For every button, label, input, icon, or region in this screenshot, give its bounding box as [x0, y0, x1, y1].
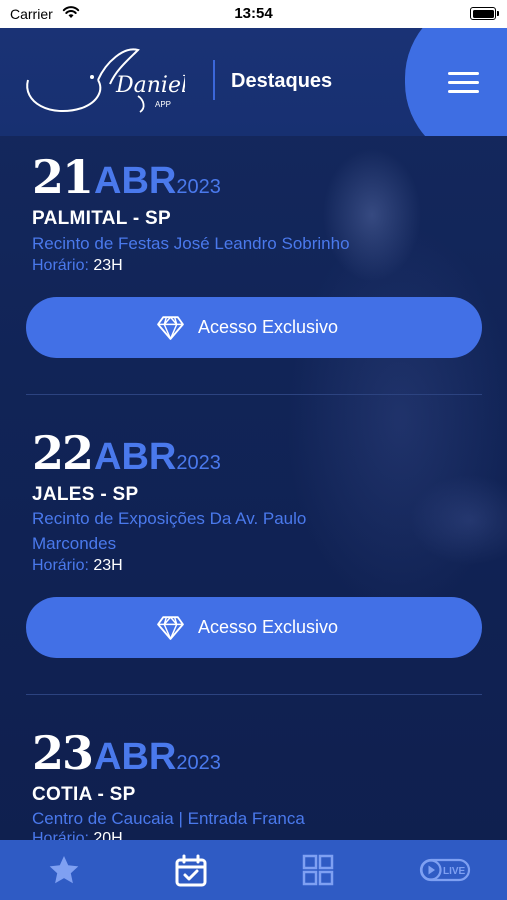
- time-label: Horário:: [32, 830, 89, 840]
- event-year: 2023: [176, 752, 221, 774]
- grid-icon: [302, 854, 333, 886]
- status-bar: Carrier 13:54: [0, 0, 507, 28]
- event-time: Horário: 23H: [32, 557, 123, 575]
- exclusive-access-button[interactable]: Acesso Exclusivo: [26, 297, 482, 358]
- event-city: PALMITAL - SP: [32, 208, 172, 229]
- event-city: COTIA - SP: [32, 784, 136, 805]
- events-list[interactable]: 21ABR2023 PALMITAL - SP Recinto de Festa…: [0, 136, 507, 840]
- daniel-logo: Daniel APP: [26, 48, 185, 113]
- event-date: 23ABR2023: [32, 726, 221, 786]
- battery-icon: [470, 7, 499, 20]
- hamburger-menu-button[interactable]: [440, 64, 486, 100]
- event-venue: Recinto de Festas José Leandro Sobrinho: [32, 234, 350, 253]
- clock: 13:54: [234, 5, 273, 22]
- event-card: 23ABR2023 COTIA - SP Centro de Caucaia |…: [0, 726, 507, 840]
- time-value: 23H: [93, 257, 123, 274]
- event-card: 21ABR2023 PALMITAL - SP Recinto de Festa…: [0, 150, 507, 395]
- time-value: 23H: [93, 557, 123, 574]
- time-label: Horário:: [32, 557, 89, 574]
- divider: [26, 694, 482, 695]
- live-label: LIVE: [443, 866, 466, 877]
- calendar-check-icon: [175, 854, 206, 887]
- event-card: 22ABR2023 JALES - SP Recinto de Exposiçõ…: [0, 426, 507, 696]
- logo-text: Daniel: [115, 73, 185, 98]
- divider: [26, 394, 482, 395]
- event-year: 2023: [176, 452, 221, 474]
- event-year: 2023: [176, 176, 221, 198]
- event-city: JALES - SP: [32, 484, 139, 505]
- tab-live[interactable]: LIVE: [381, 840, 507, 900]
- time-label: Horário:: [32, 257, 89, 274]
- menu-line: [448, 90, 479, 93]
- tab-calendar[interactable]: [127, 840, 254, 900]
- tab-highlights[interactable]: [0, 840, 127, 900]
- button-label: Acesso Exclusivo: [198, 617, 339, 637]
- page-title: Destaques: [231, 70, 333, 92]
- menu-line: [448, 72, 479, 75]
- event-month: ABR: [94, 160, 177, 202]
- header-divider: [213, 60, 215, 100]
- tab-bar: LIVE: [0, 840, 507, 900]
- logo-sub: APP: [155, 100, 171, 109]
- event-month: ABR: [94, 736, 177, 778]
- event-venue: Recinto de Exposições Da Av. Paulo Marco…: [32, 509, 307, 553]
- menu-line: [448, 81, 479, 84]
- event-day: 23: [32, 726, 94, 780]
- diamond-icon: [157, 316, 184, 340]
- event-venue: Centro de Caucaia | Entrada Franca: [32, 809, 305, 828]
- event-time: Horário: 23H: [32, 257, 123, 275]
- event-day: 21: [32, 150, 94, 204]
- time-value: 20H: [93, 830, 123, 840]
- button-label: Acesso Exclusivo: [198, 317, 339, 337]
- exclusive-access-button[interactable]: Acesso Exclusivo: [26, 597, 482, 658]
- event-time: Horário: 20H: [32, 830, 123, 840]
- diamond-icon: [157, 616, 184, 640]
- event-day: 22: [32, 426, 94, 480]
- tab-grid[interactable]: [254, 840, 381, 900]
- event-date: 22ABR2023: [32, 426, 221, 486]
- event-month: ABR: [94, 436, 177, 478]
- star-icon: [49, 856, 78, 884]
- event-date: 21ABR2023: [32, 150, 221, 210]
- app-header: Daniel APP Destaques: [0, 28, 507, 136]
- live-icon: LIVE: [419, 858, 470, 882]
